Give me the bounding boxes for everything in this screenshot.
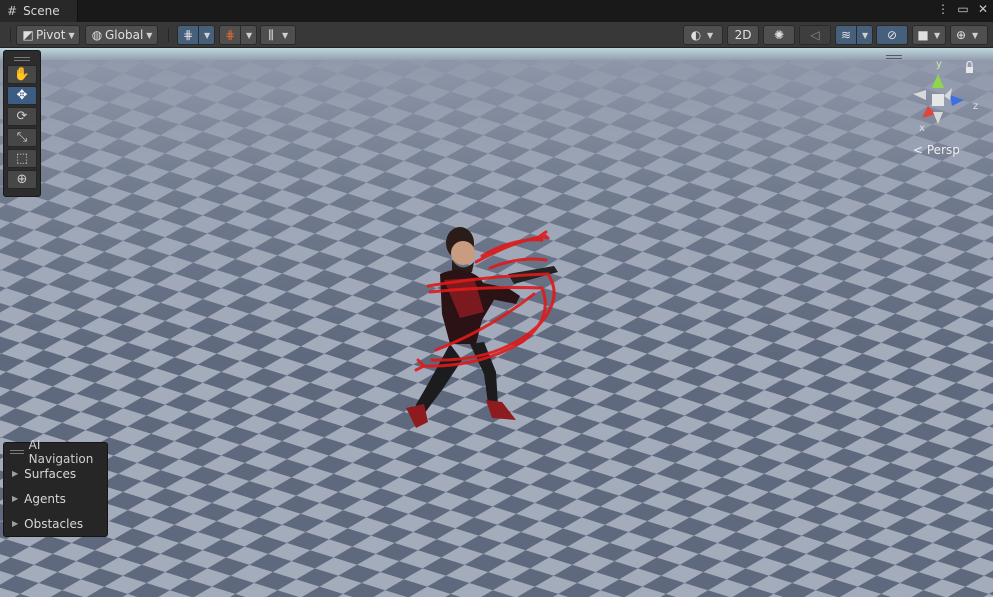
hand-icon: ✋ [13, 67, 31, 82]
audio-toggle[interactable]: ◁ [799, 25, 831, 45]
ai-navigation-item-agents[interactable]: ▶ Agents [4, 486, 107, 511]
gizmos-dropdown[interactable]: ⊕ ▼ [950, 25, 988, 45]
scene-viewport[interactable] [0, 48, 993, 597]
axis-neg-y-cone[interactable] [933, 112, 943, 124]
expand-arrow-icon: ▶ [12, 494, 19, 503]
move-arrows-icon: ✥ [16, 88, 28, 103]
lightbulb-icon: ✺ [773, 28, 785, 42]
rotate-tool-button[interactable]: ⟳ [7, 107, 37, 126]
axis-x-label: x [919, 123, 925, 134]
effects-toggle[interactable]: ≋ ▼ [835, 25, 873, 45]
grid-snap-button[interactable]: ⋕ ▼ [177, 25, 215, 45]
tab-scene-label: Scene [23, 4, 60, 18]
camera-icon: ■ [917, 28, 929, 42]
toolbar-separator [10, 28, 11, 42]
floor-fog [0, 60, 993, 597]
scale-tool-button[interactable]: ⤡ [7, 128, 37, 147]
chevron-down-icon: ▼ [707, 30, 714, 40]
tools-overlay: ✋ ✥ ⟳ ⤡ ⬚ ⊕ [3, 50, 41, 197]
snap-increment-icon: ⋕ [224, 28, 236, 42]
window-controls: ⋮ ▭ ✕ [937, 2, 989, 16]
tab-bar: # Scene ⋮ ▭ ✕ [0, 0, 993, 22]
hand-tool-button[interactable]: ✋ [7, 65, 37, 84]
axis-neg-x-cone[interactable] [913, 90, 926, 100]
axis-z-cone[interactable] [950, 95, 964, 106]
rect-tool-button[interactable]: ⬚ [7, 149, 37, 168]
ai-navigation-title: AI Navigation [28, 438, 94, 466]
scale-icon: ⤡ [16, 130, 28, 145]
projection-toggle[interactable]: < Persp [913, 143, 960, 157]
chevron-down-icon: ▼ [972, 30, 979, 40]
chevron-down-icon: ▼ [246, 30, 253, 40]
overlay-grip[interactable] [10, 450, 24, 454]
toolbar-separator [168, 28, 169, 42]
grid-icon: # [7, 4, 18, 18]
maximize-icon[interactable]: ▭ [957, 2, 969, 16]
scene-toolbar: ◩ Pivot ▼ ◍ Global ▼ ⋕ ▼ ⋕ ▼ ⫼ ▼ ◐ ▼ 2D … [0, 22, 993, 48]
expand-arrow-icon: ▶ [12, 519, 19, 528]
align-snap-button[interactable]: ⫼ ▼ [260, 25, 296, 45]
hidden-eye-icon: ⊘ [886, 28, 898, 42]
axis-y-cone[interactable] [932, 74, 944, 88]
rect-transform-icon: ⬚ [15, 151, 29, 166]
chevron-down-icon: ▼ [934, 30, 941, 40]
chevron-down-icon: ▼ [282, 30, 289, 40]
transform-tool-button[interactable]: ⊕ [7, 170, 37, 189]
effects-layers-icon: ≋ [840, 28, 852, 42]
ai-navigation-item-label: Agents [24, 491, 66, 506]
ai-navigation-header[interactable]: AI Navigation [4, 438, 107, 466]
gizmo-center-cube[interactable] [932, 94, 944, 106]
expand-arrow-icon: ▶ [12, 469, 19, 478]
gizmos-icon: ⊕ [955, 28, 967, 42]
chevron-down-icon: ▼ [68, 30, 75, 40]
mode-2d-label: 2D [734, 28, 752, 42]
chevron-down-icon: ▼ [204, 30, 211, 40]
more-options-icon[interactable]: ⋮ [937, 2, 949, 16]
pivot-dropdown[interactable]: ◩ Pivot ▼ [16, 25, 80, 45]
global-dropdown[interactable]: ◍ Global ▼ [85, 25, 158, 45]
scene-canvas[interactable] [0, 48, 993, 597]
chevron-down-icon: ▼ [146, 30, 153, 40]
audio-icon: ◁ [810, 28, 820, 42]
increment-snap-button[interactable]: ⋕ ▼ [219, 25, 257, 45]
shading-mode-dropdown[interactable]: ◐ ▼ [683, 25, 723, 45]
axis-z-label: z [973, 101, 978, 112]
chevron-down-icon: ▼ [862, 30, 869, 40]
mode-2d-toggle[interactable]: 2D [727, 25, 759, 45]
global-label: Global [105, 28, 144, 42]
overlay-grip[interactable] [14, 57, 30, 61]
close-icon[interactable]: ✕ [977, 2, 989, 16]
scene-visibility-toggle[interactable]: ⊘ [876, 25, 908, 45]
ai-navigation-item-label: Obstacles [24, 516, 84, 531]
rotate-icon: ⟳ [16, 109, 28, 124]
ai-navigation-item-label: Surfaces [24, 466, 77, 481]
tab-scene[interactable]: # Scene [0, 0, 78, 22]
pivot-label: Pivot [36, 28, 66, 42]
ai-navigation-overlay: AI Navigation ▶ Surfaces ▶ Agents ▶ Obst… [3, 438, 108, 537]
lighting-toggle[interactable]: ✺ [763, 25, 795, 45]
axis-y-label: y [936, 59, 942, 70]
camera-dropdown[interactable]: ■ ▼ [912, 25, 946, 45]
pivot-icon: ◩ [22, 28, 34, 42]
shading-sphere-icon: ◐ [690, 28, 702, 42]
move-tool-button[interactable]: ✥ [7, 86, 37, 105]
grid-snap-icon: ⋕ [182, 28, 194, 42]
lock-icon[interactable] [966, 60, 973, 74]
ai-navigation-item-obstacles[interactable]: ▶ Obstacles [4, 511, 107, 536]
transform-icon: ⊕ [16, 172, 28, 187]
sky-horizon [0, 48, 993, 62]
globe-icon: ◍ [91, 28, 103, 42]
align-icon: ⫼ [268, 27, 274, 42]
